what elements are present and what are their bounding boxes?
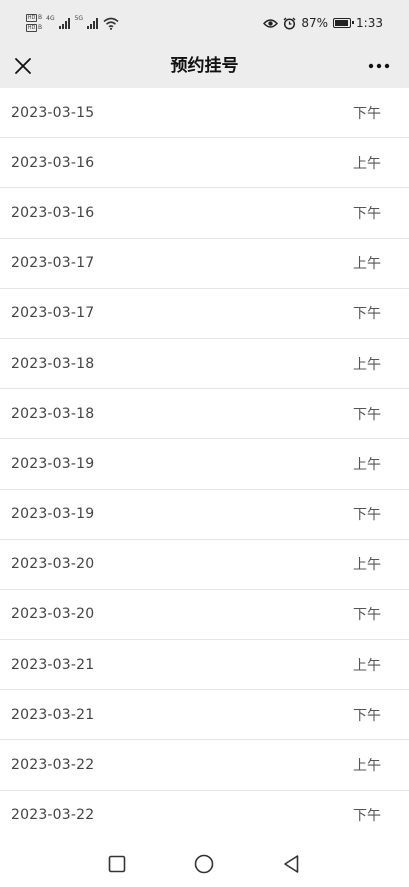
navigation-bar: 预约挂号: [0, 44, 409, 88]
signal-icon: [87, 18, 99, 29]
appointment-slot-row[interactable]: 2023-03-21 下午: [0, 690, 409, 741]
wifi-icon: [103, 17, 119, 30]
network-type-2: 5G: [74, 14, 84, 22]
slot-period: 上午: [353, 256, 381, 273]
slot-period: 下午: [353, 707, 381, 724]
status-left: HD B HD B 4G 5G: [26, 12, 119, 34]
eye-icon: [263, 18, 279, 28]
network-type-1: 4G: [46, 14, 55, 22]
appointment-slot-row[interactable]: 2023-03-20 上午: [0, 540, 409, 590]
slot-period: 下午: [353, 205, 381, 222]
slot-period: 上午: [353, 758, 381, 775]
appointment-slot-row[interactable]: 2023-03-17 下午: [0, 289, 409, 339]
slot-date: 2023-03-19: [11, 455, 95, 472]
appointment-slot-row[interactable]: 2023-03-16 上午: [0, 138, 409, 189]
slot-date: 2023-03-19: [11, 506, 95, 523]
sim2-letter: B: [38, 24, 43, 31]
slot-period: 上午: [353, 557, 381, 574]
signal-icon: [58, 18, 70, 29]
appointment-slot-row[interactable]: 2023-03-15 下午: [0, 88, 409, 139]
sim1-letter: B: [38, 14, 43, 21]
slot-date: 2023-03-21: [11, 656, 95, 673]
slot-date: 2023-03-18: [11, 405, 95, 422]
slot-date: 2023-03-16: [11, 204, 95, 221]
status-right: 87% 1:33: [263, 13, 383, 33]
page-title: 预约挂号: [170, 56, 239, 76]
appointment-slot-row[interactable]: 2023-03-19 上午: [0, 439, 409, 490]
appointment-slot-row[interactable]: 2023-03-18 上午: [0, 339, 409, 390]
sim1-indicator: HD B: [26, 14, 42, 22]
slot-date: 2023-03-22: [11, 757, 95, 774]
sim2-indicator: HD B: [26, 24, 42, 32]
sim1-hd-icon: HD: [26, 14, 37, 22]
slot-date: 2023-03-17: [11, 255, 95, 272]
appointment-slot-row[interactable]: 2023-03-17 上午: [0, 239, 409, 289]
slot-period: 下午: [353, 808, 381, 825]
more-button[interactable]: [363, 51, 395, 81]
sim2-hd-icon: HD: [26, 24, 37, 32]
appointment-slot-row[interactable]: 2023-03-18 下午: [0, 389, 409, 440]
appointment-slot-row[interactable]: 2023-03-16 下午: [0, 188, 409, 239]
battery-percent: 87%: [301, 16, 329, 30]
slot-period: 下午: [353, 607, 381, 624]
recent-apps-button[interactable]: [105, 852, 129, 876]
slot-period: 下午: [353, 306, 381, 323]
slot-date: 2023-03-20: [11, 606, 95, 623]
slot-period: 下午: [353, 105, 381, 122]
home-button[interactable]: [192, 852, 216, 876]
appointment-slot-row[interactable]: 2023-03-20 下午: [0, 590, 409, 641]
slot-date: 2023-03-17: [11, 305, 95, 322]
square-icon: [108, 855, 126, 873]
slot-period: 上午: [353, 356, 381, 373]
clock-time: 1:33: [356, 16, 383, 30]
alarm-icon: [283, 17, 296, 30]
appointment-slot-row[interactable]: 2023-03-21 上午: [0, 640, 409, 691]
slot-date: 2023-03-20: [11, 556, 95, 573]
slot-period: 上午: [353, 657, 381, 674]
status-bar: HD B HD B 4G 5G 87% 1:33: [0, 0, 409, 44]
slot-period: 上午: [353, 155, 381, 172]
appointment-slot-row[interactable]: 2023-03-22 上午: [0, 740, 409, 791]
battery-icon: [333, 18, 355, 28]
circle-icon: [194, 854, 214, 874]
slot-period: 下午: [353, 507, 381, 524]
appointment-slot-row[interactable]: 2023-03-19 下午: [0, 490, 409, 540]
slot-date: 2023-03-16: [11, 154, 95, 171]
slot-period: 上午: [353, 456, 381, 473]
slot-date: 2023-03-22: [11, 807, 95, 824]
slot-period: 下午: [353, 406, 381, 423]
back-button[interactable]: [279, 852, 303, 876]
appointment-slot-list: 2023-03-15 下午 2023-03-16 上午 2023-03-16 下午 2023…: [0, 88, 409, 841]
more-icon: [368, 63, 390, 69]
triangle-back-icon: [284, 855, 299, 873]
slot-date: 2023-03-18: [11, 355, 95, 372]
system-navigation-bar: [0, 840, 409, 887]
appointment-slot-row[interactable]: 2023-03-22 下午: [0, 791, 409, 841]
slot-date: 2023-03-15: [11, 104, 95, 121]
sim-indicators: HD B HD B: [26, 14, 42, 32]
slot-date: 2023-03-21: [11, 706, 95, 723]
